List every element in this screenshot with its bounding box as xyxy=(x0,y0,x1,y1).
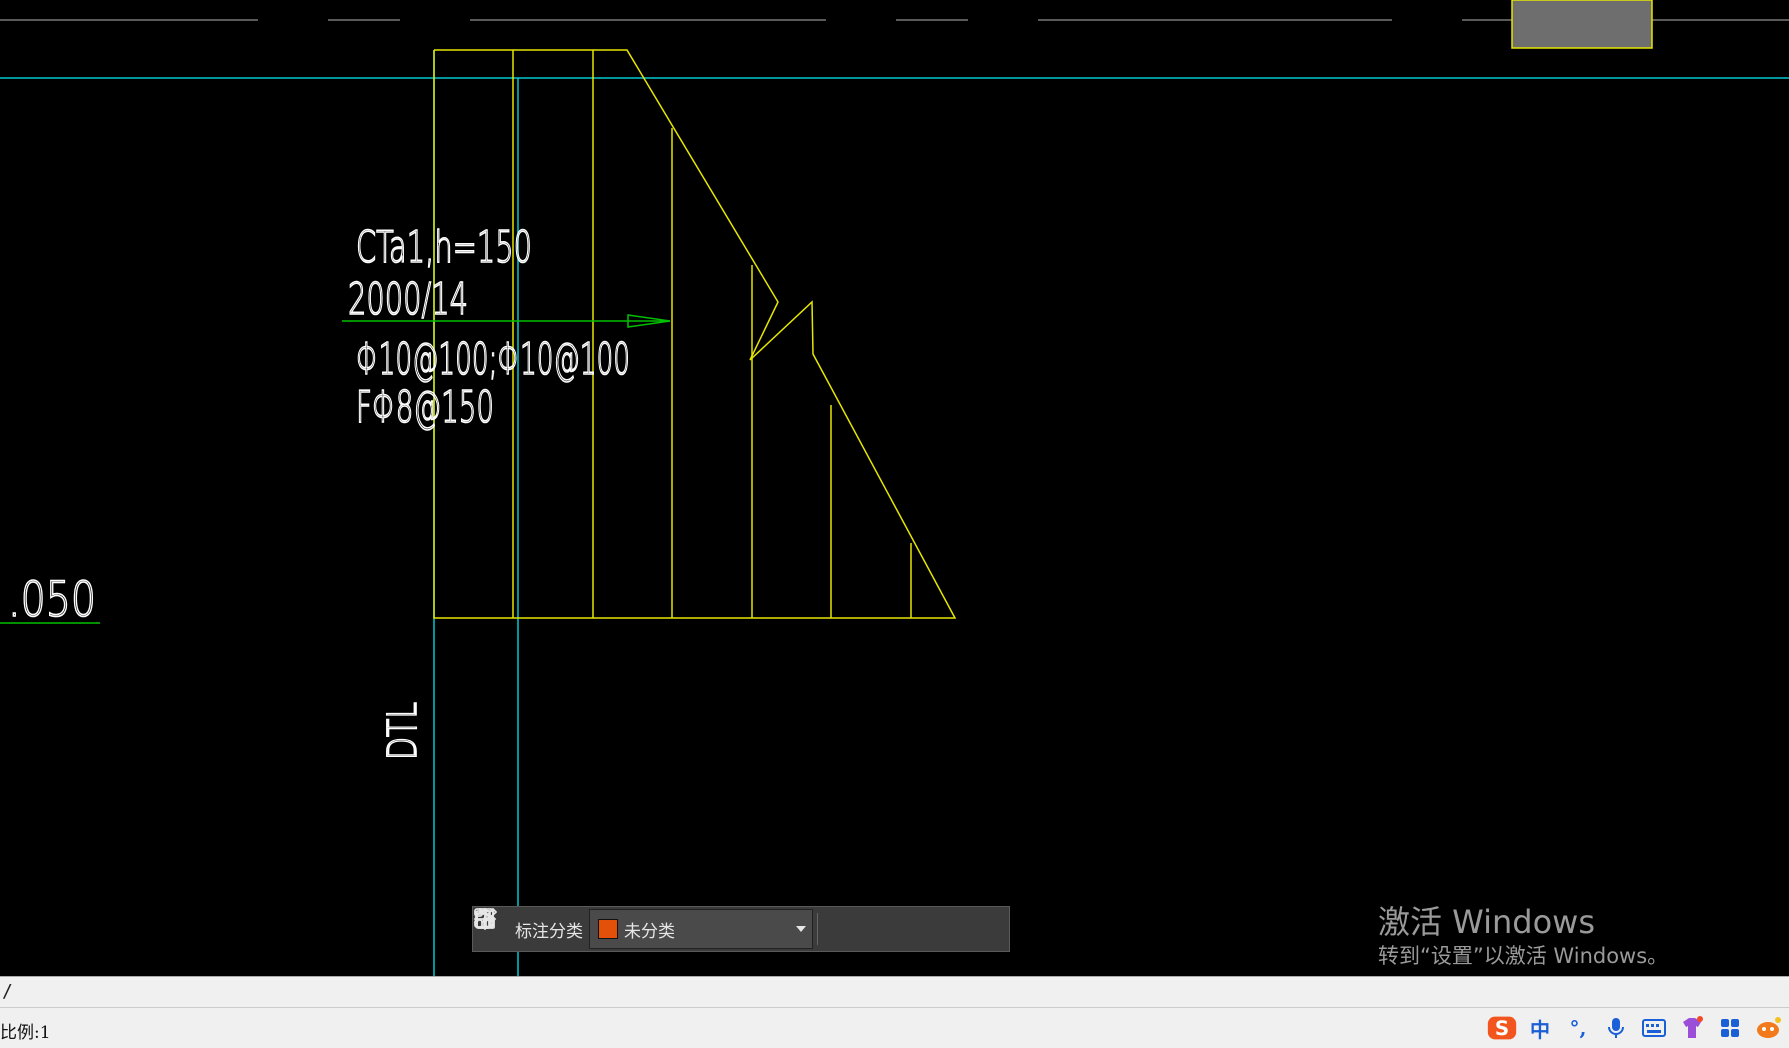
dtl-label: DTL xyxy=(380,702,426,760)
axis-lines xyxy=(0,50,1789,976)
paste-button[interactable] xyxy=(475,907,982,951)
annotation-toolbar: 标注分类 未分类 xyxy=(472,906,1010,952)
windows-activation-watermark: 激活 Windows 转到“设置”以激活 Windows。 xyxy=(1378,902,1668,970)
shirt-icon[interactable] xyxy=(1675,1011,1709,1045)
keyboard-icon[interactable] xyxy=(1637,1011,1671,1045)
chevron-down-icon xyxy=(796,926,806,932)
category-select[interactable]: 未分类 xyxy=(589,909,813,949)
mic-icon[interactable] xyxy=(1599,1011,1633,1045)
command-line[interactable]: / xyxy=(0,976,1789,1008)
cad-drawing-canvas[interactable]: CTa1,h=150 2000/14 Φ10@100;Φ10@100 FΦ8@1… xyxy=(0,0,1789,976)
command-line-text: / xyxy=(2,981,13,1002)
mascot-icon[interactable] xyxy=(1751,1011,1785,1045)
stair-label-line3: Φ10@100;Φ10@100 xyxy=(356,334,630,385)
svg-text:S: S xyxy=(1495,1017,1509,1040)
paste-icon xyxy=(475,908,495,929)
stair-label-line2: 2000/14 xyxy=(348,274,468,325)
watermark-title: 激活 Windows xyxy=(1378,903,1596,941)
watermark-subtitle: 转到“设置”以激活 Windows。 xyxy=(1378,944,1669,968)
elevation-label: .050 xyxy=(8,572,96,628)
scale-readout: 比例:1 xyxy=(0,1023,51,1043)
edit-button[interactable] xyxy=(476,907,862,951)
column-block xyxy=(1511,0,1653,49)
stair-label-line4: FΦ8@150 xyxy=(356,382,494,433)
sogou-logo-icon[interactable]: S xyxy=(1485,1011,1519,1045)
ime-toolbar: S 中 °, xyxy=(1485,1008,1789,1048)
ime-mode-toggle[interactable]: 中 xyxy=(1523,1011,1557,1045)
ime-punctuation-toggle[interactable]: °, xyxy=(1561,1011,1595,1045)
category-label: 标注分类 xyxy=(515,921,583,942)
drawing-svg: CTa1,h=150 2000/14 Φ10@100;Φ10@100 FΦ8@1… xyxy=(0,0,1789,976)
copy-button[interactable] xyxy=(476,907,942,951)
toolbar-divider xyxy=(817,913,818,945)
status-bar: 比例:1 S 中 °, xyxy=(0,1008,1789,1048)
selected-category: 未分类 xyxy=(624,921,675,942)
apps-icon[interactable] xyxy=(1713,1011,1747,1045)
move-button[interactable] xyxy=(473,907,902,951)
stair-label-line1: CTa1,h=150 xyxy=(356,222,532,273)
category-color-swatch xyxy=(598,919,618,939)
